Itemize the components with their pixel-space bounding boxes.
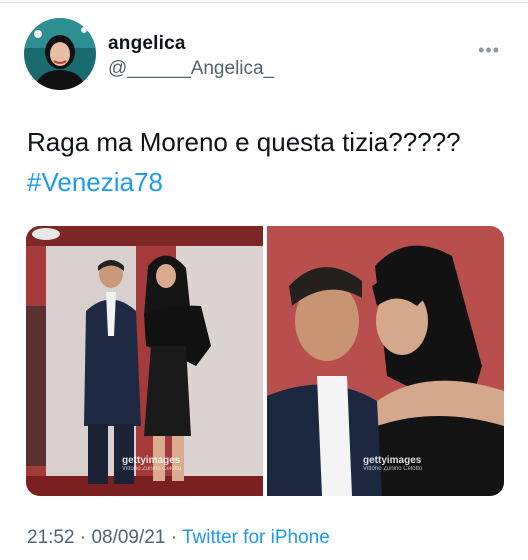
avatar-image (24, 18, 96, 90)
watermark-credit: Vittorio Zunino Celotto (122, 466, 182, 472)
tweet-media[interactable]: gettyimages Vittorio Zunino Celotto gett… (26, 226, 504, 496)
watermark-credit: Vittorio Zunino Celotto (363, 466, 423, 472)
tweet-time[interactable]: 21:52 (27, 527, 75, 548)
watermark-brand: gettyimages (122, 455, 181, 466)
display-name[interactable]: angelica (108, 33, 186, 55)
getty-watermark-1: gettyimages Vittorio Zunino Celotto (122, 455, 181, 472)
meta-separator: · (79, 527, 87, 548)
user-handle[interactable]: @______Angelica_ (108, 58, 274, 80)
more-horizontal-icon[interactable]: ••• (478, 40, 500, 61)
meta-separator: · (170, 527, 178, 548)
getty-watermark-2: gettyimages Vittorio Zunino Celotto (363, 455, 422, 472)
tweet-date[interactable]: 08/09/21 (91, 527, 165, 548)
tweet-source-link[interactable]: Twitter for iPhone (182, 527, 330, 548)
watermark-brand: gettyimages (363, 455, 422, 466)
top-divider (0, 2, 528, 3)
photo-1[interactable]: gettyimages Vittorio Zunino Celotto (26, 226, 263, 496)
tweet-meta: 21:52 · 08/09/21 · Twitter for iPhone (27, 527, 330, 549)
photo-2[interactable]: gettyimages Vittorio Zunino Celotto (267, 226, 504, 496)
hashtag-link[interactable]: #Venezia78 (27, 162, 507, 202)
avatar[interactable] (24, 18, 96, 90)
tweet-text: Raga ma Moreno e questa tizia????? #Vene… (27, 122, 507, 202)
tweet-body: Raga ma Moreno e questa tizia????? (27, 127, 461, 157)
